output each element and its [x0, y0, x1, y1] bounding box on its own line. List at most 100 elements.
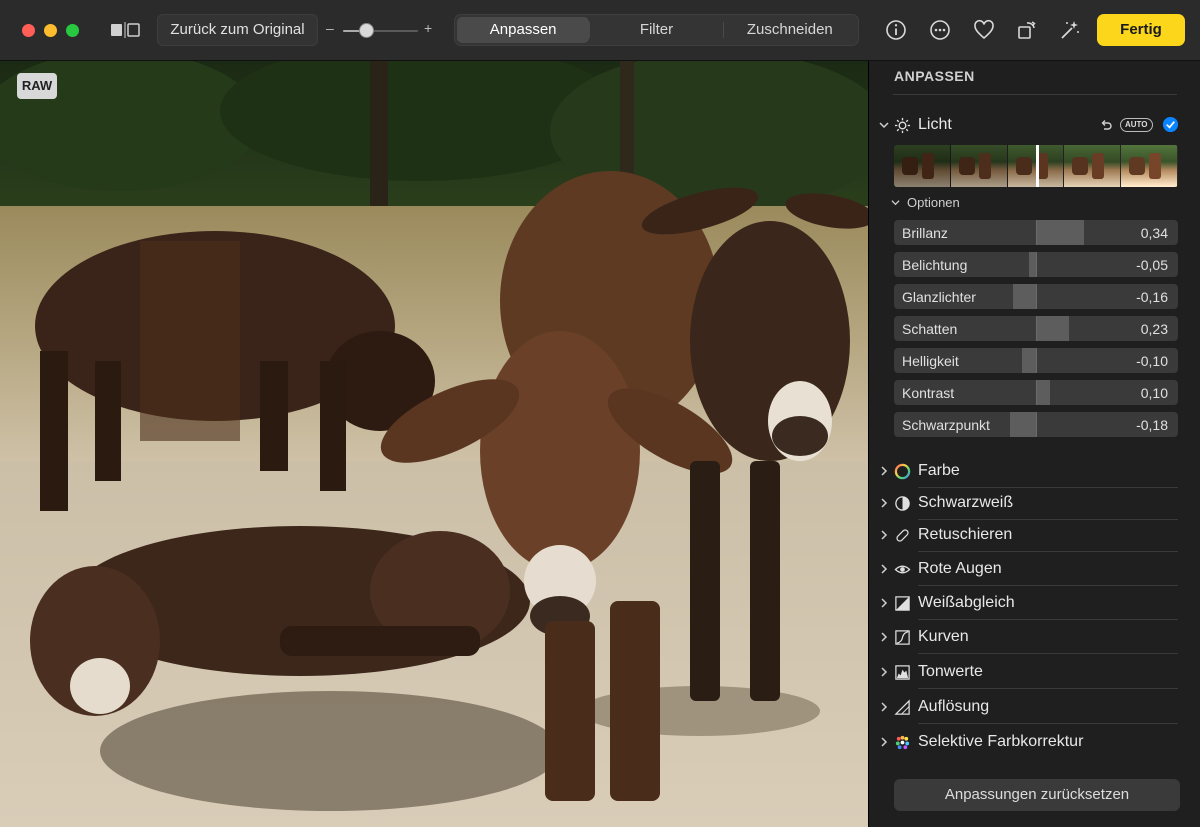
chevron-right-icon[interactable]	[879, 667, 889, 677]
section-label: Licht	[918, 116, 952, 133]
raw-badge: RAW	[17, 73, 57, 99]
licht-filmstrip[interactable]	[894, 145, 1178, 187]
chevron-right-icon[interactable]	[879, 530, 889, 540]
section-label: Retuschieren	[918, 526, 1013, 543]
slider-fill	[1028, 252, 1036, 277]
slider-value: 0,34	[1140, 225, 1168, 241]
minimize-window-button[interactable]	[44, 24, 57, 37]
definition-icon	[894, 699, 910, 715]
slider-center-mark	[1036, 316, 1037, 341]
options-toggle[interactable]: Optionen	[907, 195, 960, 210]
filmstrip-frame	[894, 145, 951, 187]
heart-icon[interactable]	[972, 18, 996, 42]
filmstrip-handle[interactable]	[1036, 145, 1039, 187]
more-options-icon[interactable]	[928, 18, 952, 42]
done-button[interactable]: Fertig	[1097, 14, 1185, 46]
slider-fill	[1010, 412, 1036, 437]
section-kurven[interactable]: Kurven	[869, 624, 1200, 652]
slider-center-mark	[1036, 348, 1037, 373]
slider-belichtung[interactable]: Belichtung -0,05	[894, 252, 1178, 277]
slider-helligkeit[interactable]: Helligkeit -0,10	[894, 348, 1178, 373]
section-label: Auflösung	[918, 698, 990, 715]
zoom-window-button[interactable]	[66, 24, 79, 37]
slider-kontrast[interactable]: Kontrast 0,10	[894, 380, 1178, 405]
chevron-right-icon[interactable]	[879, 702, 889, 712]
slider-glanzlichter[interactable]: Glanzlichter -0,16	[894, 284, 1178, 309]
divider	[918, 723, 1178, 724]
section-auflösung[interactable]: Auflösung	[869, 694, 1200, 722]
chevron-right-icon[interactable]	[879, 564, 889, 574]
slider-fill	[1036, 380, 1051, 405]
slider-brillanz[interactable]: Brillanz 0,34	[894, 220, 1178, 245]
rotate-icon[interactable]	[1015, 18, 1039, 42]
checkmark-icon[interactable]	[1162, 116, 1179, 133]
filmstrip-frame	[1121, 145, 1178, 187]
revert-to-original-button[interactable]: Zurück zum Original	[157, 14, 318, 46]
chevron-right-icon[interactable]	[879, 466, 889, 476]
section-tonwerte[interactable]: Tonwerte	[869, 659, 1200, 687]
divider	[918, 619, 1178, 620]
divider	[918, 487, 1178, 488]
chevron-down-icon[interactable]	[879, 120, 889, 130]
slider-center-mark	[1036, 220, 1037, 245]
reset-adjustments-button[interactable]: Anpassungen zurücksetzen	[894, 779, 1180, 811]
section-farbe[interactable]: Farbe	[869, 458, 1200, 486]
slider-value: 0,23	[1140, 321, 1168, 337]
selective-color-icon	[895, 735, 910, 750]
zoom-out-icon[interactable]: –	[326, 20, 334, 36]
slider-value: 0,10	[1140, 385, 1168, 401]
slider-schwarzpunkt[interactable]: Schwarzpunkt -0,18	[894, 412, 1178, 437]
chevron-right-icon[interactable]	[879, 498, 889, 508]
chevron-right-icon[interactable]	[879, 737, 889, 747]
section-label: Schwarzweiß	[918, 494, 1014, 511]
slider-fill	[1036, 316, 1069, 341]
slider-value: -0,10	[1136, 353, 1168, 369]
undo-icon[interactable]	[1099, 118, 1113, 132]
tab-zuschneiden[interactable]: Zuschneiden	[724, 17, 856, 43]
close-window-button[interactable]	[22, 24, 35, 37]
zoom-slider[interactable]	[343, 30, 418, 32]
slider-fill	[1013, 284, 1036, 309]
toolbar: Zurück zum Original – + Anpassen Filter …	[0, 0, 1200, 61]
curves-icon	[895, 630, 910, 645]
divider	[893, 94, 1177, 95]
chevron-down-icon[interactable]	[891, 198, 900, 207]
slider-value: -0,16	[1136, 289, 1168, 305]
info-icon[interactable]	[884, 18, 908, 42]
auto-button[interactable]: AUTO	[1120, 118, 1153, 132]
slider-value: -0,18	[1136, 417, 1168, 433]
levels-icon	[895, 665, 910, 680]
slider-fill	[1021, 348, 1036, 373]
section-schwarzweiß[interactable]: Schwarzweiß	[869, 490, 1200, 518]
section-selektive-farbkorrektur[interactable]: Selektive Farbkorrektur	[869, 729, 1200, 757]
section-retuschieren[interactable]: Retuschieren	[869, 522, 1200, 550]
section-licht[interactable]: Licht AUTO	[869, 112, 1200, 140]
divider	[918, 688, 1178, 689]
slider-value: -0,05	[1136, 257, 1168, 273]
slider-center-mark	[1036, 412, 1037, 437]
section-rote-augen[interactable]: Rote Augen	[869, 556, 1200, 584]
tab-filter[interactable]: Filter	[590, 17, 722, 43]
chevron-right-icon[interactable]	[879, 632, 889, 642]
divider	[918, 551, 1178, 552]
tab-anpassen[interactable]: Anpassen	[457, 17, 590, 43]
zoom-slider-knob[interactable]	[358, 23, 374, 38]
slider-label: Belichtung	[902, 257, 968, 273]
slider-label: Schwarzpunkt	[902, 417, 990, 433]
compare-icon[interactable]	[110, 22, 142, 38]
photo-canvas[interactable]	[0, 61, 868, 827]
chevron-right-icon[interactable]	[879, 598, 889, 608]
bandage-icon	[896, 529, 909, 542]
section-weißabgleich[interactable]: Weißabgleich	[869, 590, 1200, 618]
section-label: Weißabgleich	[918, 594, 1015, 611]
half-circle-icon	[895, 496, 910, 511]
eye-icon	[894, 565, 911, 574]
divider	[918, 653, 1178, 654]
zoom-in-icon[interactable]: +	[424, 20, 432, 36]
sidebar-title: ANPASSEN	[894, 68, 975, 84]
auto-enhance-icon[interactable]	[1058, 18, 1082, 42]
filmstrip-frame	[950, 145, 1008, 187]
edit-mode-tabs: Anpassen Filter Zuschneiden	[454, 14, 859, 46]
slider-schatten[interactable]: Schatten 0,23	[894, 316, 1178, 341]
slider-label: Brillanz	[902, 225, 948, 241]
